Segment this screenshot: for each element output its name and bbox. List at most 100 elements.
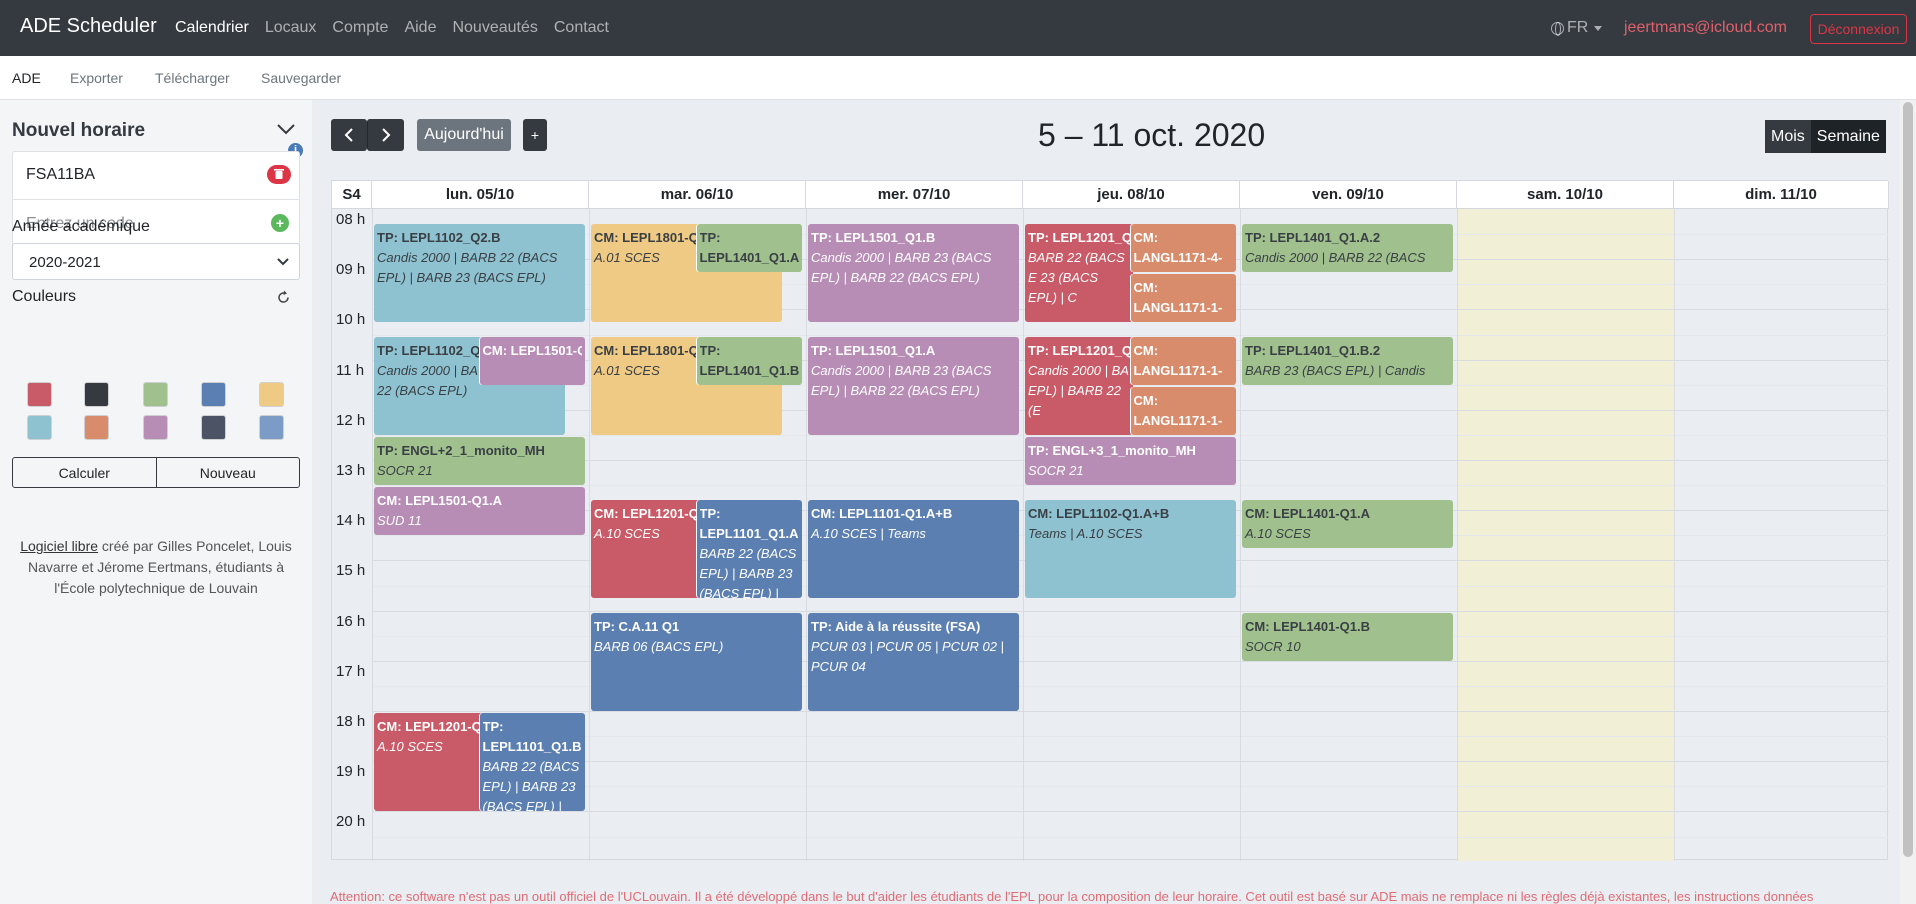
event-location: A.10 SCES | Teams: [811, 525, 926, 541]
event-location: Candis 2000 | BARB 22 (BACS: [1245, 249, 1426, 265]
event-title: CM: LEPL1401-Q1.A: [1245, 505, 1370, 521]
schedule-title[interactable]: Nouvel horaire: [12, 120, 145, 142]
subnav-exporter[interactable]: Exporter: [70, 70, 123, 86]
calendar-event[interactable]: TP: LEPL1101_Q1.A BARB 22 (BACS EPL) | BA…: [696, 499, 802, 599]
event-location: SOCR 10: [1245, 638, 1301, 654]
event-title: CM: LEPL1401-Q1.B: [1245, 618, 1370, 634]
color-swatch[interactable]: [143, 382, 168, 407]
reset-icon[interactable]: [276, 290, 291, 305]
today-button[interactable]: Aujourd'hui: [417, 119, 511, 151]
nav-compte[interactable]: Compte: [332, 19, 388, 37]
logout-button[interactable]: Déconnexion: [1810, 14, 1907, 44]
subnav-sauvegarder[interactable]: Sauvegarder: [261, 70, 341, 86]
view-week-button[interactable]: Semaine: [1810, 120, 1886, 153]
action-buttons: Calculer Nouveau: [12, 457, 300, 488]
hour-label: 19 h: [336, 763, 366, 781]
code-item: FSA11BA: [13, 152, 299, 200]
calendar-event[interactable]: TP: ENGL+2_1_monito_MH SOCR 21: [374, 436, 585, 486]
free-software-link[interactable]: Logiciel libre: [20, 538, 98, 554]
event-location: Candis 2000 | BARB 22 (BACS EPL) | BARB …: [377, 249, 558, 285]
color-swatch[interactable]: [259, 415, 284, 440]
scrollbar-thumb[interactable]: [1903, 102, 1913, 857]
nav-contact[interactable]: Contact: [554, 19, 609, 37]
brand-logo[interactable]: ADE Scheduler: [20, 15, 157, 38]
hour-label: 18 h: [336, 713, 366, 730]
event-location: Candis 2000 | BA EPL) | BARB 22 (E: [1028, 362, 1129, 418]
grid-line: [372, 485, 1889, 487]
subnav-telecharger[interactable]: Télécharger: [155, 70, 230, 86]
calendar-event[interactable]: TP: LEPL1401_Q1.A.2 Candis 2000 | BARB 22…: [1242, 223, 1453, 272]
calendar-event[interactable]: TP: LEPL1501_Q1.A Candis 2000 | BARB 23 (…: [808, 336, 1019, 435]
view-month-button[interactable]: Mois: [1765, 120, 1811, 153]
color-swatch[interactable]: [201, 382, 226, 407]
event-location: BARB 06 (BACS EPL): [594, 638, 724, 654]
next-button[interactable]: [367, 119, 404, 151]
calendar-event[interactable]: CM: LEPL1102-Q1.A+B Teams | A.10 SCES: [1025, 499, 1236, 599]
calendar-event[interactable]: TP: Aide à la réussite (FSA) PCUR 03 | PC…: [808, 612, 1019, 711]
event-location: A.10 SCES: [377, 739, 443, 754]
event-location: BARB 22 (BACS E 23 (BACS EPL) | C: [1028, 249, 1125, 305]
event-location: A.10 SCES: [594, 525, 660, 541]
calendar-event[interactable]: TP: LEPL1102_Q2.B Candis 2000 | BARB 22 (…: [374, 223, 585, 322]
color-swatch[interactable]: [259, 382, 284, 407]
language-dropdown[interactable]: FR: [1551, 19, 1603, 37]
event-title: TP: LEPL1201_Q: [1028, 229, 1130, 245]
calendar-event[interactable]: TP: C.A.11 Q1 BARB 06 (BACS EPL): [591, 612, 802, 711]
calendar-event[interactable]: CM: LANGL1171-4-: [1130, 223, 1236, 272]
sidebar: Nouvel horaire i FSA11BA Entrez un code …: [0, 100, 312, 904]
calendar-event[interactable]: CM: LANGL1171-1-: [1130, 273, 1236, 322]
new-button[interactable]: Nouveau: [157, 458, 300, 487]
event-title: TP: Aide à la réussite (FSA): [811, 618, 981, 634]
calendar-event[interactable]: TP: LEPL1401_Q1.A.: [696, 223, 802, 272]
hour-label: 17 h: [336, 662, 366, 680]
calendar-event[interactable]: TP: LEPL1101_Q1.B BARB 22 (BACS EPL) | BA…: [479, 713, 585, 812]
color-swatch[interactable]: [27, 382, 52, 407]
nav-links: Calendrier Locaux Compte Aide Nouveautés…: [175, 19, 625, 37]
color-swatch[interactable]: [201, 415, 226, 440]
nav-nouveautes[interactable]: Nouveautés: [452, 19, 537, 37]
add-event-button[interactable]: +: [523, 119, 547, 151]
event-location: SOCR 21: [1028, 462, 1084, 478]
calendar-event[interactable]: CM: LEPL1401-Q1.A A.10 SCES: [1242, 499, 1453, 548]
calendar-event[interactable]: CM: LANGL1171-1-: [1130, 336, 1236, 385]
calendar-event[interactable]: CM: LEPL1501-Q1.B: [479, 336, 585, 385]
compute-button[interactable]: Calculer: [13, 458, 157, 487]
trash-icon[interactable]: [267, 165, 291, 184]
hour-label: 08 h: [336, 211, 366, 228]
calendar-event[interactable]: TP: LEPL1401_Q1.B.2 BARB 23 (BACS EPL) | …: [1242, 336, 1453, 385]
page-scrollbar[interactable]: [1900, 100, 1916, 904]
chevron-down-icon[interactable]: [276, 122, 296, 136]
color-swatch[interactable]: [27, 415, 52, 440]
calendar-event[interactable]: CM: LEPL1401-Q1.B SOCR 10: [1242, 612, 1453, 661]
event-location: BARB 23 (BACS EPL) | Candis: [1245, 362, 1426, 378]
color-swatch[interactable]: [84, 382, 109, 407]
user-email[interactable]: jeertmans@icloud.com: [1624, 19, 1787, 37]
chevron-right-icon: [382, 128, 391, 142]
calendar-event[interactable]: CM: LEPL1501-Q1.A SUD 11: [374, 487, 585, 536]
year-value: 2020-2021: [29, 254, 101, 271]
add-code-icon[interactable]: +: [271, 214, 289, 232]
nav-calendrier[interactable]: Calendrier: [175, 19, 249, 37]
calendar-event[interactable]: TP: LEPL1201_Q BARB 22 (BACS E 23 (BACS E…: [1025, 223, 1133, 322]
color-swatch[interactable]: [84, 415, 109, 440]
event-location: PCUR 03 | PCUR 05 | PCUR 02 | PCUR 04: [811, 638, 1004, 674]
event-title: CM: LEPL1102-Q1.A+B: [1028, 505, 1170, 521]
grid-column-line: [1240, 209, 1241, 861]
event-title: TP: LEPL1401_Q1.B.2: [1245, 342, 1381, 358]
hour-label: 16 h: [336, 612, 366, 630]
calendar-event[interactable]: TP: LEPL1401_Q1.B.: [696, 336, 802, 385]
subnav-ade[interactable]: ADE: [12, 70, 41, 86]
calendar-event[interactable]: TP: LEPL1201_Q Candis 2000 | BA EPL) | BA…: [1025, 336, 1133, 435]
calendar-event[interactable]: TP: ENGL+3_1_monito_MH SOCR 21: [1025, 436, 1236, 486]
calendar-event[interactable]: TP: LEPL1501_Q1.B Candis 2000 | BARB 23 (…: [808, 223, 1019, 322]
nav-aide[interactable]: Aide: [404, 19, 436, 37]
event-title: CM: LEPL1201-Q: [377, 719, 482, 734]
nav-locaux[interactable]: Locaux: [265, 19, 317, 37]
calendar-event[interactable]: CM: LANGL1171-1-: [1130, 386, 1236, 435]
color-swatch[interactable]: [143, 415, 168, 440]
hour-label: 10 h: [336, 311, 366, 329]
prev-button[interactable]: [331, 119, 367, 151]
calendar-event[interactable]: CM: LEPL1101-Q1.A+B A.10 SCES | Teams: [808, 499, 1019, 599]
year-select[interactable]: 2020-2021: [12, 243, 300, 280]
event-title: CM: LEPL1501-Q1.A: [377, 493, 502, 509]
